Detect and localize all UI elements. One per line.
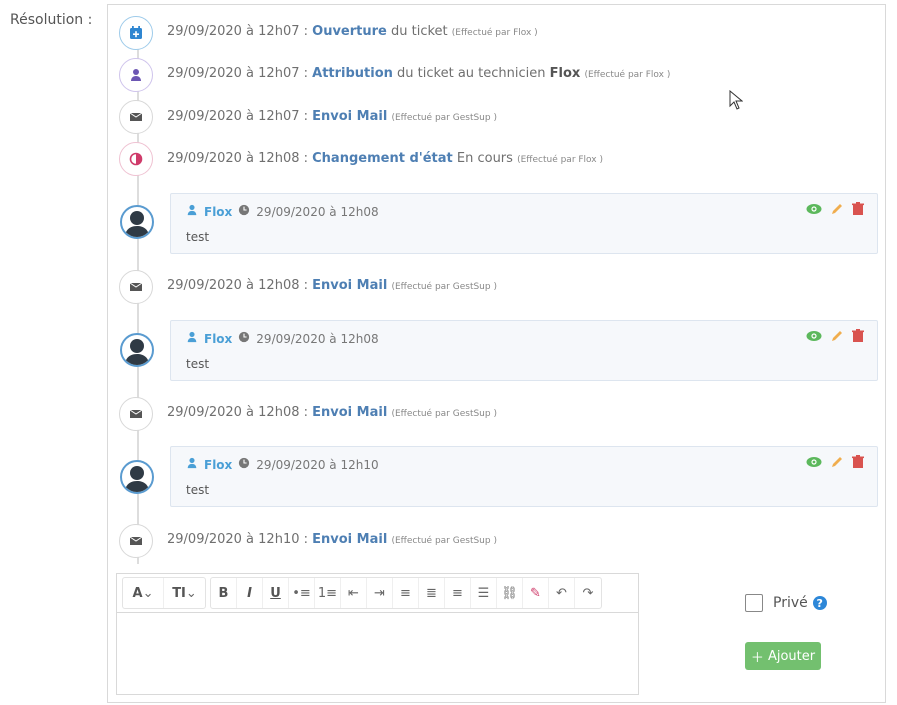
align-left-icon[interactable]: ≡ <box>393 578 419 608</box>
comment-time: 29/09/2020 à 12h08 <box>256 331 379 346</box>
trash-icon[interactable] <box>852 455 864 469</box>
mouse-cursor-icon <box>729 89 744 110</box>
comment-user: Flox <box>204 204 233 219</box>
pencil-icon[interactable] <box>830 202 844 216</box>
help-icon[interactable]: ? <box>812 596 827 610</box>
mail-icon <box>119 270 153 304</box>
avatar <box>120 205 154 239</box>
pencil-icon[interactable] <box>830 455 844 469</box>
trash-icon[interactable] <box>852 329 864 343</box>
mail-icon <box>119 524 153 558</box>
avatar <box>120 333 154 367</box>
calendar-plus-icon <box>119 16 153 50</box>
comment-time: 29/09/2020 à 12h08 <box>256 204 379 219</box>
editor-toolbar: A ⌄ TI ⌄ B I U •≡ 1≡ ⇤ ⇥ ≡ ≣ ≡ ☰ ⛓ ✎ ↶ ↷ <box>117 574 638 613</box>
bullet-list-icon[interactable]: •≡ <box>289 578 315 608</box>
user-icon <box>186 204 198 219</box>
plus-icon: ＋ <box>750 650 764 666</box>
event-mail-3: 29/09/2020 à 12h08 : Envoi Mail (Effectu… <box>167 405 497 420</box>
private-control: Privé ? <box>745 594 827 612</box>
comment-header: Flox 29/09/2020 à 12h08 <box>186 204 379 219</box>
eye-icon[interactable] <box>806 330 822 342</box>
event-mail-1: 29/09/2020 à 12h07 : Envoi Mail (Effectu… <box>167 109 497 124</box>
private-label: Privé <box>773 595 808 611</box>
comment-text: test <box>186 230 210 244</box>
font-size-dropdown[interactable]: TI ⌄ <box>164 578 205 608</box>
bold-button[interactable]: B <box>211 578 237 608</box>
user-icon <box>186 457 198 472</box>
comment-text: test <box>186 357 210 371</box>
number-list-icon[interactable]: 1≡ <box>315 578 341 608</box>
event-assignment: 29/09/2020 à 12h07 : Attribution du tick… <box>167 66 671 81</box>
align-right-icon[interactable]: ≡ <box>445 578 471 608</box>
pen-icon[interactable]: ✎ <box>523 578 549 608</box>
comment-actions <box>806 202 864 216</box>
event-mail-4: 29/09/2020 à 12h10 : Envoi Mail (Effectu… <box>167 532 497 547</box>
align-justify-icon[interactable]: ☰ <box>471 578 497 608</box>
resolution-label: Résolution : <box>10 12 93 28</box>
mail-icon <box>119 100 153 134</box>
pencil-icon[interactable] <box>830 329 844 343</box>
clock-icon <box>238 204 250 219</box>
comment-card: Flox 29/09/2020 à 12h08 test <box>170 320 878 381</box>
comment-card: Flox 29/09/2020 à 12h08 test <box>170 193 878 254</box>
private-checkbox[interactable] <box>745 594 763 612</box>
half-circle-icon <box>119 142 153 176</box>
link-icon[interactable]: ⛓ <box>497 578 523 608</box>
avatar <box>120 460 154 494</box>
comment-actions <box>806 455 864 469</box>
comment-time: 29/09/2020 à 12h10 <box>256 457 379 472</box>
comment-header: Flox 29/09/2020 à 12h08 <box>186 331 379 346</box>
user-icon <box>119 58 153 92</box>
align-center-icon[interactable]: ≣ <box>419 578 445 608</box>
eye-icon[interactable] <box>806 456 822 468</box>
event-state-change: 29/09/2020 à 12h08 : Changement d'état E… <box>167 151 603 166</box>
resolution-editor[interactable]: A ⌄ TI ⌄ B I U •≡ 1≡ ⇤ ⇥ ≡ ≣ ≡ ☰ ⛓ ✎ ↶ ↷ <box>116 573 639 695</box>
outdent-icon[interactable]: ⇤ <box>341 578 367 608</box>
comment-actions <box>806 329 864 343</box>
clock-icon <box>238 457 250 472</box>
italic-button[interactable]: I <box>237 578 263 608</box>
font-style-dropdown[interactable]: A ⌄ <box>123 578 164 608</box>
comment-user: Flox <box>204 457 233 472</box>
undo-icon[interactable]: ↶ <box>549 578 575 608</box>
comment-user: Flox <box>204 331 233 346</box>
add-button[interactable]: ＋ Ajouter <box>745 642 821 670</box>
trash-icon[interactable] <box>852 202 864 216</box>
event-opening: 29/09/2020 à 12h07 : Ouverture du ticket… <box>167 24 538 39</box>
underline-button[interactable]: U <box>263 578 289 608</box>
user-icon <box>186 331 198 346</box>
eye-icon[interactable] <box>806 203 822 215</box>
event-mail-2: 29/09/2020 à 12h08 : Envoi Mail (Effectu… <box>167 278 497 293</box>
clock-icon <box>238 331 250 346</box>
comment-header: Flox 29/09/2020 à 12h10 <box>186 457 379 472</box>
comment-text: test <box>186 483 210 497</box>
comment-card: Flox 29/09/2020 à 12h10 test <box>170 446 878 507</box>
indent-icon[interactable]: ⇥ <box>367 578 393 608</box>
mail-icon <box>119 397 153 431</box>
redo-icon[interactable]: ↷ <box>575 578 601 608</box>
editor-text-area[interactable] <box>117 613 638 695</box>
